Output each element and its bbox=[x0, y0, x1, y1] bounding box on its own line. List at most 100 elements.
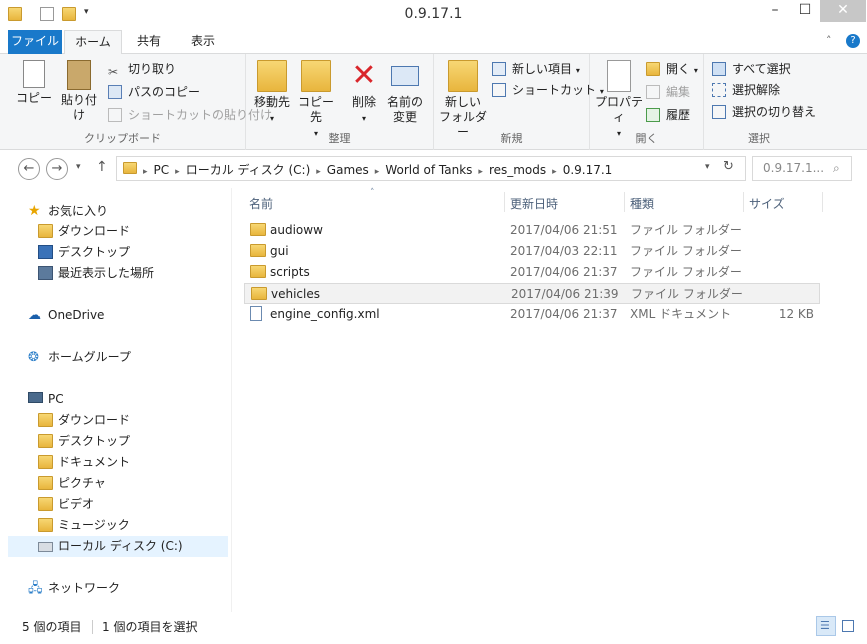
breadcrumb-item[interactable]: World of Tanks bbox=[385, 163, 472, 177]
collapse-ribbon-icon[interactable]: ˄ bbox=[826, 34, 832, 47]
sort-ascending-icon: ˄ bbox=[370, 188, 375, 198]
column-header-date[interactable]: 更新日時 bbox=[510, 195, 558, 212]
select-all-button[interactable]: すべて選択 bbox=[712, 59, 791, 79]
file-row[interactable]: audioww 2017/04/06 21:51 ファイル フォルダー bbox=[244, 220, 820, 241]
close-button[interactable]: ✕ bbox=[820, 0, 866, 22]
column-divider[interactable] bbox=[624, 192, 625, 212]
pictures-folder-icon bbox=[38, 476, 53, 490]
tab-share[interactable]: 共有 bbox=[124, 30, 174, 54]
maximize-button[interactable]: ☐ bbox=[790, 0, 820, 22]
nav-pc-pictures-label: ピクチャ bbox=[58, 476, 106, 490]
up-button[interactable]: ↑ bbox=[96, 159, 108, 175]
paste-label: 貼り付け bbox=[60, 93, 97, 122]
nav-pc-pictures[interactable]: ピクチャ bbox=[38, 473, 106, 494]
nav-network-label: ネットワーク bbox=[48, 581, 121, 595]
nav-fav-downloads[interactable]: ダウンロード bbox=[38, 221, 130, 242]
easy-access-button[interactable]: ショートカット ▾ bbox=[492, 80, 604, 100]
paste-button[interactable]: 貼り付け bbox=[56, 60, 102, 123]
nav-fav-recent[interactable]: 最近表示した場所 bbox=[38, 263, 154, 284]
breadcrumb-separator-icon[interactable]: ▸ bbox=[175, 167, 180, 177]
cloud-icon: ☁ bbox=[28, 308, 41, 323]
file-row[interactable]: engine_config.xml 2017/04/06 21:37 XML ドキュ… bbox=[244, 304, 820, 325]
large-icons-view-button[interactable] bbox=[838, 616, 858, 636]
tab-view[interactable]: 表示 bbox=[176, 30, 230, 54]
breadcrumb-item[interactable]: ローカル ディスク (C:) bbox=[186, 163, 311, 177]
star-icon: ★ bbox=[28, 203, 41, 219]
new-item-button[interactable]: 新しい項目 ▾ bbox=[492, 59, 580, 79]
copy-button[interactable]: コピー bbox=[14, 60, 54, 106]
breadcrumb-item[interactable]: res_mods bbox=[489, 163, 546, 177]
nav-pc-local-disk[interactable]: ローカル ディスク (C:) bbox=[8, 536, 228, 557]
file-row[interactable]: gui 2017/04/03 22:11 ファイル フォルダー bbox=[244, 241, 820, 262]
cut-button[interactable]: ✂ 切り取り bbox=[108, 59, 176, 79]
edit-button[interactable]: 編集 bbox=[646, 82, 690, 102]
details-view-button[interactable]: ☰ bbox=[816, 616, 836, 636]
rename-label-1: 名前の bbox=[386, 95, 423, 109]
rename-icon bbox=[391, 66, 419, 86]
back-button[interactable]: ← bbox=[18, 158, 40, 180]
copy-path-button[interactable]: パスのコピー bbox=[108, 82, 200, 102]
help-icon[interactable]: ? bbox=[846, 34, 860, 48]
invert-selection-button[interactable]: 選択の切り替え bbox=[712, 102, 816, 122]
nav-pc-documents[interactable]: ドキュメント bbox=[38, 452, 130, 473]
address-bar[interactable]: ▸ PC ▸ ローカル ディスク (C:) ▸ Games ▸ World of Tanks ▸… bbox=[116, 156, 746, 181]
column-header-type[interactable]: 種類 bbox=[630, 195, 654, 212]
address-dropdown-icon[interactable]: ▾ bbox=[705, 162, 710, 172]
nav-favorites-label: お気に入り bbox=[48, 204, 109, 218]
nav-pc-desktop[interactable]: デスクトップ bbox=[38, 431, 130, 452]
nav-homegroup[interactable]: ❂ ホームグループ bbox=[28, 347, 131, 368]
recent-locations-icon[interactable]: ▾ bbox=[76, 162, 81, 172]
minimize-button[interactable]: – bbox=[760, 0, 790, 22]
easy-access-label: ショートカット bbox=[512, 83, 597, 97]
nav-pc-downloads[interactable]: ダウンロード bbox=[38, 410, 130, 431]
title-bar: ▾ 0.9.17.1 – ☐ ✕ bbox=[0, 0, 867, 30]
clipboard-group-label: クリップボード bbox=[84, 132, 161, 145]
nav-pc[interactable]: PC bbox=[28, 389, 64, 410]
breadcrumb-separator-icon[interactable]: ▸ bbox=[143, 167, 148, 177]
breadcrumb-item[interactable]: Games bbox=[327, 163, 369, 177]
move-to-button[interactable]: 移動先 ▾ bbox=[250, 60, 294, 126]
file-list: ˄ 名前 更新日時 種類 サイズ audioww 2017/04/06 21:51… bbox=[240, 188, 867, 612]
tab-file[interactable]: ファイル bbox=[8, 30, 62, 54]
properties-button[interactable]: プロパティ ▾ bbox=[594, 60, 644, 141]
delete-button[interactable]: ✕ 削除 ▾ bbox=[344, 60, 384, 126]
column-header-size[interactable]: サイズ bbox=[749, 195, 785, 212]
copy-to-label: コピー先 bbox=[297, 95, 334, 124]
refresh-icon[interactable]: ↻ bbox=[723, 159, 734, 174]
file-row[interactable]: scripts 2017/04/06 21:37 ファイル フォルダー bbox=[244, 262, 820, 283]
organize-group-label: 整理 bbox=[328, 132, 351, 145]
breadcrumb-separator-icon[interactable]: ▸ bbox=[375, 167, 380, 177]
column-header-name[interactable]: 名前 bbox=[249, 195, 273, 212]
forward-button[interactable]: → bbox=[46, 158, 68, 180]
copy-to-button[interactable]: コピー先 ▾ bbox=[294, 60, 338, 141]
breadcrumb-item[interactable]: PC bbox=[154, 163, 170, 177]
column-divider[interactable] bbox=[822, 192, 823, 212]
nav-pc-music[interactable]: ミュージック bbox=[38, 515, 130, 536]
column-divider[interactable] bbox=[504, 192, 505, 212]
select-all-icon bbox=[712, 62, 726, 76]
nav-fav-desktop[interactable]: デスクトップ bbox=[38, 242, 130, 263]
delete-label: 削除 bbox=[351, 95, 376, 109]
navigation-pane: ★ お気に入り ダウンロード デスクトップ 最近表示した場所 ☁ OneDriv… bbox=[0, 188, 232, 612]
nav-pc-videos[interactable]: ビデオ bbox=[38, 494, 94, 515]
new-folder-button[interactable]: 新しい フォルダー bbox=[438, 60, 488, 140]
nav-onedrive[interactable]: ☁ OneDrive bbox=[28, 305, 104, 326]
copy-path-icon bbox=[108, 85, 122, 99]
file-row[interactable]: vehicles 2017/04/06 21:39 ファイル フォルダー bbox=[244, 283, 820, 304]
open-button[interactable]: 開く ▾ bbox=[646, 59, 698, 79]
select-none-button[interactable]: 選択解除 bbox=[712, 80, 780, 100]
breadcrumb-separator-icon[interactable]: ▸ bbox=[316, 167, 321, 177]
nav-network[interactable]: 🖧 ネットワーク bbox=[28, 578, 120, 599]
breadcrumb-item[interactable]: 0.9.17.1 bbox=[563, 163, 613, 177]
rename-button[interactable]: 名前の 変更 bbox=[384, 60, 426, 125]
history-button[interactable]: 履歴 bbox=[646, 105, 690, 125]
search-input[interactable]: 0.9.17.1... ⌕ bbox=[752, 156, 852, 181]
copy-to-icon bbox=[301, 60, 331, 92]
column-divider[interactable] bbox=[743, 192, 744, 212]
tab-home[interactable]: ホーム bbox=[64, 30, 122, 55]
history-icon bbox=[646, 108, 660, 122]
nav-favorites[interactable]: ★ お気に入り bbox=[28, 201, 108, 222]
breadcrumb-separator-icon[interactable]: ▸ bbox=[552, 167, 557, 177]
details-view-icon: ☰ bbox=[820, 619, 830, 632]
breadcrumb-separator-icon[interactable]: ▸ bbox=[478, 167, 483, 177]
